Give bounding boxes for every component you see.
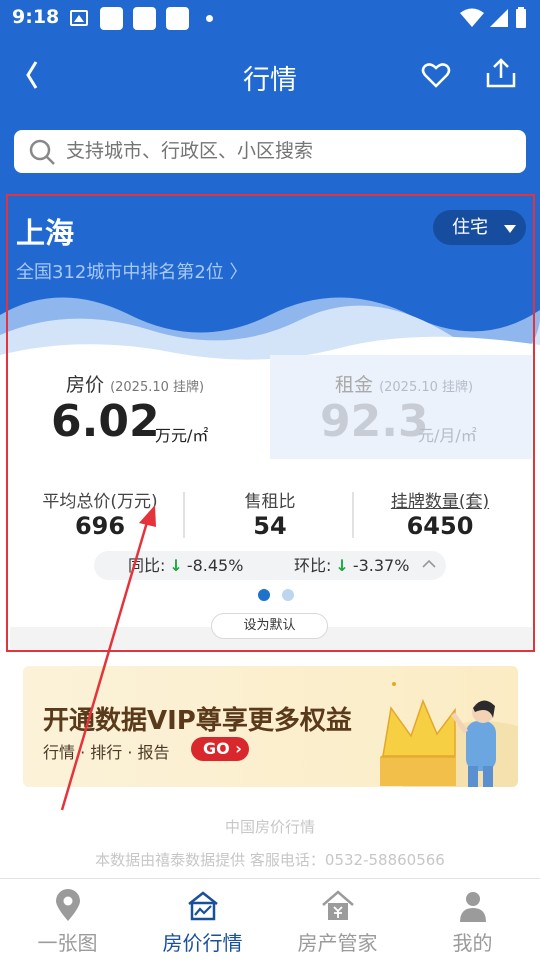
image-notification-icon <box>70 10 88 26</box>
search-bar[interactable] <box>14 130 526 173</box>
location-pin-icon <box>55 889 80 921</box>
tab-map[interactable]: 一张图 <box>0 879 135 960</box>
search-input[interactable] <box>66 130 506 173</box>
more-notifications-icon <box>206 15 213 22</box>
search-icon <box>29 139 55 165</box>
tab-property-manager[interactable]: 房产管家 <box>270 879 405 960</box>
notification-icon <box>133 7 156 30</box>
tab-label: 房价行情 <box>162 931 243 955</box>
tab-label: 我的 <box>452 931 493 955</box>
tab-profile[interactable]: 我的 <box>405 879 540 960</box>
vip-go-button[interactable]: GO › <box>191 737 249 761</box>
status-time: 9:18 <box>12 6 60 28</box>
vip-title: 开通数据VIP尊享更多权益 <box>43 706 352 736</box>
vip-subtitle: 行情 · 排行 · 报告 <box>43 743 170 762</box>
crown-illustration <box>380 682 518 787</box>
tab-market[interactable]: 房价行情 <box>135 879 270 960</box>
signal-icon <box>490 9 508 27</box>
footer-data-source: 本数据由禧泰数据提供 客服电话：0532-58860566 <box>95 851 445 869</box>
house-chart-icon <box>187 891 218 921</box>
footer-app-name: 中国房价行情 <box>224 818 315 836</box>
page-title: 行情 <box>243 65 297 96</box>
status-right-icons <box>460 7 526 28</box>
notification-icon <box>100 7 123 30</box>
tab-label: 一张图 <box>37 931 98 955</box>
favorite-heart-icon[interactable] <box>420 59 452 91</box>
bottom-tab-bar: 一张图 房价行情 房产管家 我的 <box>0 878 540 960</box>
notification-icon <box>166 7 189 30</box>
wifi-icon <box>460 8 484 27</box>
battery-icon <box>516 9 526 28</box>
tab-label: 房产管家 <box>297 931 378 955</box>
nav-bar: 行情 <box>0 50 540 102</box>
share-icon[interactable] <box>484 56 518 90</box>
highlight-box <box>6 194 535 652</box>
vip-banner[interactable]: 开通数据VIP尊享更多权益 行情 · 排行 · 报告 GO › <box>23 666 518 787</box>
person-icon <box>459 892 486 922</box>
house-yen-icon <box>321 890 354 920</box>
status-bar: 9:18 <box>0 0 540 36</box>
